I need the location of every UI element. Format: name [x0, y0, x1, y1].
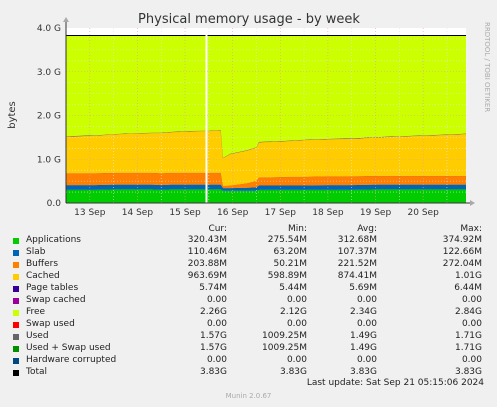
y-tick-label: 4.0 G: [37, 24, 61, 34]
y-axis-label: bytes: [7, 101, 18, 129]
x-axis-arrow: [470, 200, 475, 206]
area-applications: [66, 189, 466, 203]
x-tick-label: 13 Sep: [74, 208, 106, 218]
x-tick-label: 15 Sep: [169, 208, 201, 218]
x-tick-label: 17 Sep: [265, 208, 297, 218]
rrdtool-credit: RRDTOOL / TOBI OETIKER: [483, 22, 491, 112]
munin-version: Munin 2.0.67: [225, 392, 272, 400]
x-tick-label: 16 Sep: [217, 208, 249, 218]
y-tick-label: 2.0 G: [37, 112, 61, 122]
x-tick-label: 19 Sep: [360, 208, 392, 218]
y-axis-arrow: [63, 17, 69, 22]
chart-title: Physical memory usage - by week: [138, 12, 360, 27]
x-tick-label: 18 Sep: [312, 208, 344, 218]
x-tick-label: 14 Sep: [122, 208, 154, 218]
y-tick-label: 3.0 G: [37, 68, 61, 78]
y-tick-label: 1.0 G: [37, 155, 61, 165]
memory-chart: Physical memory usage - by week bytes RR…: [7, 12, 491, 218]
last-update: Last update: Sat Sep 21 05:15:06 2024: [306, 378, 484, 388]
y-tick-label: 0.0: [47, 199, 62, 209]
x-tick-label: 20 Sep: [408, 208, 440, 218]
